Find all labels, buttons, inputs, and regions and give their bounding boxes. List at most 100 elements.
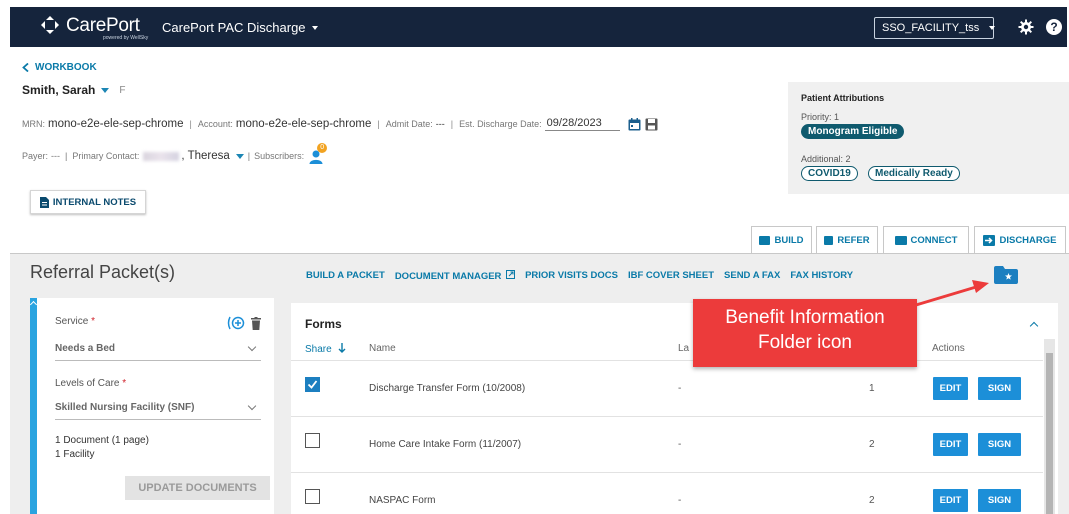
calendar-icon[interactable]: [628, 117, 641, 131]
gear-icon[interactable]: [1018, 19, 1034, 35]
sign-button[interactable]: SIGN: [978, 377, 1021, 400]
tab-label: CONNECT: [910, 234, 958, 246]
app-name: CarePort PAC Discharge: [162, 20, 306, 35]
levels-value: Skilled Nursing Facility (SNF): [55, 402, 195, 413]
scrollbar-thumb[interactable]: [1046, 353, 1053, 514]
refer-icon: [824, 235, 834, 245]
levels-label-text: Levels of Care: [55, 378, 120, 389]
document-manager-link[interactable]: DOCUMENT MANAGER: [395, 270, 516, 282]
prior-visits-docs-link[interactable]: PRIOR VISITS DOCS: [525, 270, 618, 282]
chevron-down-icon: [989, 26, 996, 30]
primary-contact-label: Primary Contact:: [72, 151, 140, 161]
table-row: Home Care Intake Form (11/2007) - 2 EDIT…: [291, 416, 1043, 473]
required-marker: *: [91, 316, 96, 327]
levels-of-care-select[interactable]: Skilled Nursing Facility (SNF): [55, 401, 261, 420]
payer-label: Payer:: [22, 151, 49, 161]
document-count: 1 Document (1 page): [55, 435, 149, 446]
service-actions: [227, 316, 261, 330]
sign-button[interactable]: SIGN: [978, 489, 1021, 512]
connect-icon: [894, 235, 907, 245]
patient-name-dropdown[interactable]: Smith, Sarah F: [22, 83, 125, 97]
tab-connect[interactable]: CONNECT: [883, 226, 969, 253]
service-select[interactable]: Needs a Bed: [55, 342, 261, 361]
admit-date-label: Admit Date:: [385, 119, 433, 129]
tab-label: BUILD: [774, 234, 804, 246]
last-column-header[interactable]: La: [678, 343, 689, 354]
priority-label: Priority: 1: [801, 112, 840, 122]
form-name[interactable]: NASPAC Form: [369, 495, 436, 506]
fax-history-link[interactable]: FAX HISTORY: [790, 270, 853, 282]
divider: |: [450, 119, 454, 129]
patient-name: Smith, Sarah: [22, 83, 96, 97]
name-column-header[interactable]: Name: [369, 343, 396, 354]
collapse-chevron-icon[interactable]: [1029, 321, 1039, 331]
primary-contact-name: Theresa: [187, 150, 230, 162]
share-checkbox[interactable]: [305, 433, 320, 448]
patient-sex: F: [119, 84, 126, 96]
additional-label: Additional: 2: [801, 154, 851, 164]
payer-value: ---: [51, 151, 61, 161]
app-switcher[interactable]: CarePort PAC Discharge: [162, 20, 318, 35]
facility-selector[interactable]: SSO_FACILITY_tss: [874, 17, 996, 39]
attribution-tag: COVID19: [801, 166, 858, 181]
mrn-value: mono-e2e-ele-sep-chrome: [48, 118, 184, 130]
chevron-down-icon[interactable]: [235, 153, 244, 159]
patient-attributions-panel: Patient Attributions Priority: 1 Monogra…: [788, 82, 1069, 194]
attribution-tag: Medically Ready: [868, 166, 960, 181]
tab-label: DISCHARGE: [999, 234, 1057, 246]
update-documents-button[interactable]: UPDATE DOCUMENTS: [125, 476, 270, 500]
divider: |: [65, 151, 68, 161]
add-service-icon[interactable]: [227, 316, 247, 330]
ibf-cover-sheet-link[interactable]: IBF COVER SHEET: [628, 270, 714, 282]
primary-contact-value[interactable]: , Theresa: [181, 150, 229, 162]
actions-column-header: Actions: [932, 343, 965, 354]
admit-date-value: ---: [435, 119, 445, 129]
top-nav-bar: CarePort powered by WellSky CarePort PAC…: [10, 7, 1067, 47]
facility-name: SSO_FACILITY_tss: [882, 22, 980, 34]
send-a-fax-link[interactable]: SEND A FAX: [724, 270, 780, 282]
est-discharge-date-input[interactable]: 09/28/2023: [544, 117, 620, 131]
benefit-information-folder-icon[interactable]: [993, 265, 1019, 285]
levels-of-care-label: Levels of Care *: [55, 378, 126, 389]
edit-button[interactable]: EDIT: [933, 489, 968, 512]
mrn-label: MRN:: [22, 119, 45, 129]
sign-button[interactable]: SIGN: [978, 433, 1021, 456]
save-icon[interactable]: [645, 118, 658, 131]
back-to-workbook-link[interactable]: WORKBOOK: [22, 62, 97, 73]
annotation-callout: Benefit Information Folder icon: [693, 299, 917, 367]
form-last: -: [678, 383, 682, 394]
form-last: -: [678, 439, 682, 450]
careport-logo[interactable]: CarePort: [40, 15, 140, 35]
build-packet-link[interactable]: BUILD A PACKET: [306, 270, 385, 282]
tab-build[interactable]: BUILD: [751, 226, 812, 253]
share-checkbox[interactable]: [305, 489, 320, 504]
redacted-surname: [143, 151, 180, 161]
form-name[interactable]: Discharge Transfer Form (10/2008): [369, 383, 525, 394]
forms-scrollbar[interactable]: [1044, 339, 1055, 514]
trash-icon[interactable]: [251, 316, 261, 330]
edit-button[interactable]: EDIT: [933, 433, 968, 456]
help-icon[interactable]: ?: [1046, 19, 1062, 35]
est-discharge-label: Est. Discharge Date:: [459, 119, 542, 129]
table-row: Discharge Transfer Form (10/2008) - 1 ED…: [291, 360, 1043, 417]
back-link-label: WORKBOOK: [35, 62, 97, 73]
service-value: Needs a Bed: [55, 343, 116, 354]
collapse-icon[interactable]: [29, 300, 38, 309]
edit-button[interactable]: EDIT: [933, 377, 968, 400]
checkmark-icon: [307, 380, 318, 389]
chevron-down-icon: [247, 342, 257, 352]
attributions-title: Patient Attributions: [801, 93, 885, 103]
forms-title: Forms: [305, 317, 342, 331]
tab-refer[interactable]: REFER: [816, 226, 878, 253]
form-last: -: [678, 495, 682, 506]
forms-panel: Forms Share Name La Actions Discharge Tr…: [291, 303, 1058, 514]
callout-line-1: Benefit Information: [725, 307, 885, 328]
form-count: 1: [869, 383, 875, 394]
build-icon: [759, 235, 771, 245]
subscribers-button[interactable]: 0: [308, 143, 328, 164]
tab-discharge[interactable]: DISCHARGE: [974, 226, 1066, 253]
share-column-header[interactable]: Share: [305, 343, 346, 355]
form-name[interactable]: Home Care Intake Form (11/2007): [369, 439, 521, 450]
share-checkbox[interactable]: [305, 377, 320, 392]
internal-notes-button[interactable]: INTERNAL NOTES: [30, 190, 146, 214]
